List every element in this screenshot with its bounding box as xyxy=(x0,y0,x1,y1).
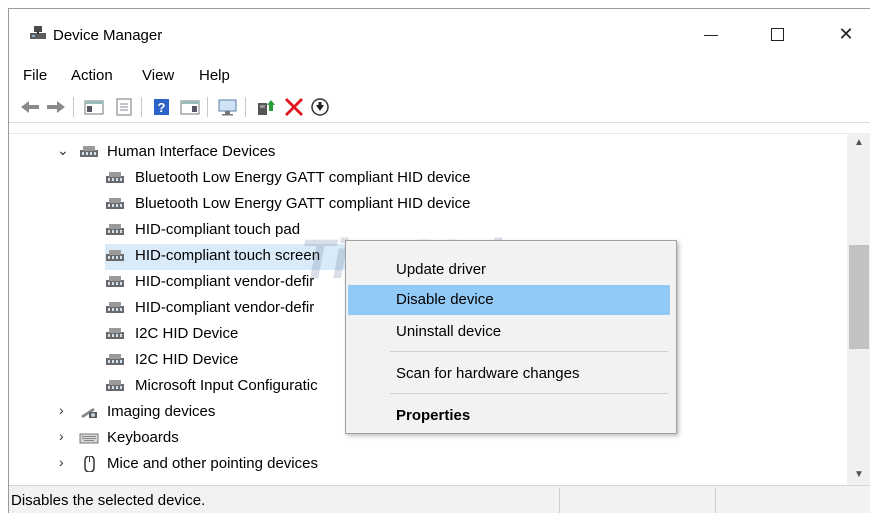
context-menu-uninstall-device[interactable]: Uninstall device xyxy=(348,317,670,347)
hid-device-icon xyxy=(106,224,124,235)
vertical-scrollbar[interactable]: ▲ ▼ xyxy=(847,133,870,485)
mouse-icon xyxy=(84,456,95,472)
show-hide-console-tree-icon[interactable] xyxy=(83,97,105,117)
tree-device-row[interactable]: I2C HID Device xyxy=(105,322,353,348)
context-menu-properties[interactable]: Properties xyxy=(348,401,670,431)
hid-device-icon xyxy=(106,302,124,313)
context-menu-label: Disable device xyxy=(396,291,494,308)
toolbar: ? xyxy=(9,91,870,123)
status-divider xyxy=(559,488,560,513)
context-menu-disable-device[interactable]: Disable device xyxy=(348,285,670,315)
scroll-down-arrow-icon[interactable]: ▼ xyxy=(847,465,870,485)
chevron-right-icon[interactable]: › xyxy=(59,454,64,470)
uninstall-device-red-x-icon[interactable] xyxy=(283,97,305,117)
tree-device-label: HID-compliant vendor-defir xyxy=(135,299,315,316)
svg-text:?: ? xyxy=(158,100,166,115)
context-menu-label: Scan for hardware changes xyxy=(396,365,580,382)
menu-bar: File Action View Help xyxy=(9,63,870,87)
toolbar-separator xyxy=(245,97,246,117)
context-menu-label: Update driver xyxy=(396,261,487,278)
imaging-device-camera-icon xyxy=(81,408,97,418)
status-divider xyxy=(715,488,716,513)
menu-view[interactable]: View xyxy=(142,67,174,84)
tree-category-label: Imaging devices xyxy=(107,403,216,420)
tree-category-human-interface-devices[interactable]: ⌄ Human Interface Devices xyxy=(49,140,449,166)
tree-device-label: Bluetooth Low Energy GATT compliant HID … xyxy=(135,195,471,212)
tree-device-row[interactable]: HID-compliant vendor-defir xyxy=(105,270,353,296)
hid-device-icon xyxy=(106,276,124,287)
minimize-icon xyxy=(704,35,718,36)
hid-device-icon xyxy=(106,354,124,365)
enable-device-down-arrow-icon[interactable] xyxy=(309,97,331,117)
forward-arrow-icon[interactable] xyxy=(45,97,67,117)
maximize-icon xyxy=(771,28,784,41)
tree-category-keyboards[interactable]: › Keyboards xyxy=(49,426,349,452)
menu-help[interactable]: Help xyxy=(199,67,230,84)
tree-device-label: I2C HID Device xyxy=(135,351,239,368)
window-title: Device Manager xyxy=(53,27,163,44)
tree-device-row[interactable]: Microsoft Input Configuratic xyxy=(105,374,353,400)
tree-device-label: HID-compliant vendor-defir xyxy=(135,273,315,290)
context-menu: Update driver Disable device Uninstall d… xyxy=(345,240,677,434)
scan-hardware-monitor-icon[interactable] xyxy=(217,97,239,117)
update-driver-icon[interactable] xyxy=(255,97,277,117)
tree-category-mice[interactable]: › Mice and other pointing devices xyxy=(49,452,409,478)
context-menu-separator xyxy=(390,393,668,394)
hid-device-icon xyxy=(106,380,124,391)
close-button[interactable]: ✕ xyxy=(828,19,864,49)
context-menu-label: Properties xyxy=(396,407,471,424)
context-menu-update-driver[interactable]: Update driver xyxy=(348,255,670,285)
context-menu-separator xyxy=(390,351,668,352)
keyboard-icon xyxy=(79,433,99,444)
context-menu-scan-hardware-changes[interactable]: Scan for hardware changes xyxy=(348,359,670,389)
back-arrow-icon[interactable] xyxy=(19,97,41,117)
tree-device-label: HID-compliant touch screen xyxy=(135,247,321,264)
toolbar-separator xyxy=(207,97,208,117)
action-pane-icon[interactable] xyxy=(179,97,201,117)
context-menu-label: Uninstall device xyxy=(396,323,502,340)
tree-device-label: I2C HID Device xyxy=(135,325,239,342)
tree-device-label: Bluetooth Low Energy GATT compliant HID … xyxy=(135,169,471,186)
close-icon: ✕ xyxy=(838,24,854,44)
tree-device-row[interactable]: HID-compliant vendor-defir xyxy=(105,296,353,322)
scroll-up-arrow-icon[interactable]: ▲ xyxy=(847,133,870,153)
hid-device-icon xyxy=(106,198,124,209)
chevron-right-icon[interactable]: › xyxy=(59,402,64,418)
device-manager-icon xyxy=(30,26,46,39)
chevron-right-icon[interactable]: › xyxy=(59,428,64,444)
tree-device-label: HID-compliant touch pad xyxy=(135,221,301,238)
tree-category-label: Keyboards xyxy=(107,429,179,446)
tree-device-row-selected[interactable]: HID-compliant touch screen xyxy=(105,244,353,270)
hid-device-icon xyxy=(106,328,124,339)
menu-action[interactable]: Action xyxy=(71,67,113,84)
status-bar: Disables the selected device. xyxy=(9,485,870,513)
chevron-down-icon[interactable]: ⌄ xyxy=(57,142,69,159)
tree-category-label: Mice and other pointing devices xyxy=(107,455,318,472)
help-icon[interactable]: ? xyxy=(151,97,173,117)
title-bar: Device Manager ✕ xyxy=(9,9,870,57)
minimize-button[interactable] xyxy=(692,19,728,49)
tree-device-label: Microsoft Input Configuratic xyxy=(135,377,318,394)
toolbar-separator xyxy=(141,97,142,117)
hid-device-icon xyxy=(106,250,124,261)
tree-device-row[interactable]: I2C HID Device xyxy=(105,348,353,374)
tree-device-row[interactable]: Bluetooth Low Energy GATT compliant HID … xyxy=(105,192,525,218)
tree-category-imaging-devices[interactable]: › Imaging devices xyxy=(49,400,349,426)
maximize-button[interactable] xyxy=(759,19,795,49)
tree-category-label: Human Interface Devices xyxy=(107,143,276,160)
toolbar-separator xyxy=(73,97,74,117)
properties-sheet-icon[interactable] xyxy=(113,97,135,117)
hid-device-icon xyxy=(80,146,98,157)
tree-device-row[interactable]: Bluetooth Low Energy GATT compliant HID … xyxy=(105,166,525,192)
status-text: Disables the selected device. xyxy=(11,492,206,509)
hid-device-icon xyxy=(106,172,124,183)
scrollbar-thumb[interactable] xyxy=(849,245,869,349)
menu-file[interactable]: File xyxy=(23,67,47,84)
